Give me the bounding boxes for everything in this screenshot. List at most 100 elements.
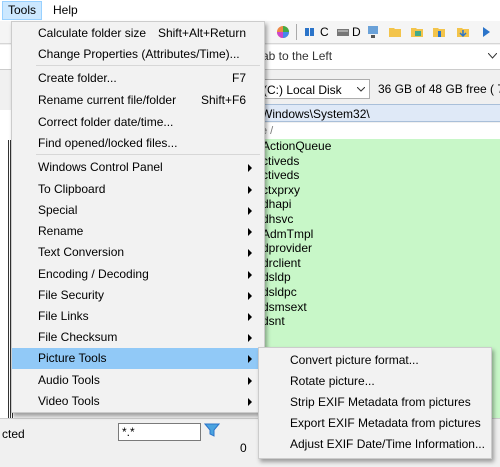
menu-tools[interactable]: Tools [2, 1, 43, 20]
file-row[interactable]: ctiveds [258, 168, 500, 183]
menu-item-label: To Clipboard [38, 182, 106, 196]
file-row[interactable]: AdmTmpl [258, 227, 500, 242]
menu-item-label: File Links [38, 309, 89, 323]
submenu-arrow-icon [248, 207, 252, 215]
menu-item-audio-tools[interactable]: Audio Tools [12, 370, 264, 391]
menu-item-label: Create folder... [38, 71, 117, 85]
menu-item-shortcut: Shift+F6 [200, 93, 246, 107]
tab-target-field[interactable]: ab to the Left [262, 48, 490, 64]
menu-item-label: File Checksum [38, 330, 118, 344]
toolbar-divider [296, 24, 297, 40]
file-row[interactable]: dsldp [258, 270, 500, 285]
tools-menu: Calculate folder size Shift+Alt+Return Cha… [11, 21, 265, 413]
picture-tools-submenu: Convert picture format... Rotate picture.… [258, 347, 492, 459]
submenu-arrow-icon [248, 249, 252, 257]
folder-icon[interactable] [456, 25, 470, 39]
submenu-item-label: Adjust EXIF Date/Time Information... [290, 437, 485, 451]
file-row[interactable]: drclient [258, 256, 500, 271]
menu-item-label: Audio Tools [38, 373, 100, 387]
arrow-icon[interactable] [480, 25, 494, 39]
current-path[interactable]: Windows\System32\ [258, 104, 500, 122]
menu-item-label: File Security [38, 288, 105, 302]
network-icon[interactable] [366, 25, 380, 39]
menu-item-label: Correct folder date/time... [38, 115, 174, 129]
menu-item-label: Calculate folder size [38, 26, 147, 40]
menu-item-special[interactable]: Special [12, 200, 264, 221]
filter-input[interactable]: *.* [118, 423, 201, 441]
menu-item-calculate-folder-size[interactable]: Calculate folder size Shift+Alt+Return [12, 23, 264, 44]
submenu-arrow-icon [248, 292, 252, 300]
bottom-right-text: 0 [240, 441, 247, 455]
drive-d-icon[interactable] [336, 25, 350, 39]
file-row[interactable]: ctxprxy [258, 183, 500, 198]
drive-c-label[interactable]: C [320, 25, 329, 39]
file-row[interactable]: ctiveds [258, 154, 500, 169]
submenu-arrow-icon [248, 313, 252, 321]
submenu-item-rotate-picture[interactable]: Rotate picture... [259, 371, 491, 392]
drive-select[interactable]: (C:) Local Disk [258, 79, 370, 99]
menu-item-label: Special [38, 203, 78, 217]
file-row[interactable]: dhapi [258, 197, 500, 212]
column-header-name[interactable]: e / [258, 123, 500, 139]
menu-item-file-links[interactable]: File Links [12, 306, 264, 327]
menu-item-file-security[interactable]: File Security [12, 285, 264, 306]
submenu-arrow-icon [248, 186, 252, 194]
menu-item-file-checksum[interactable]: File Checksum [12, 327, 264, 348]
chevron-down-icon[interactable] [488, 53, 497, 59]
menu-item-label: Video Tools [38, 394, 100, 408]
menu-item-change-properties-attributes-time[interactable]: Change Properties (Attributes/Time)... [12, 44, 264, 65]
submenu-item-label: Convert picture format... [290, 353, 419, 367]
status-text: cted [2, 427, 25, 441]
drive-d-label[interactable]: D [352, 25, 361, 39]
menu-item-encoding-decoding[interactable]: Encoding / Decoding [12, 264, 264, 285]
submenu-item-export-exif-metadata-from-pictures[interactable]: Export EXIF Metadata from pictures [259, 413, 491, 434]
menu-item-label: Windows Control Panel [38, 160, 163, 174]
menu-item-picture-tools[interactable]: Picture Tools [12, 348, 264, 369]
filter-icon[interactable] [204, 422, 220, 438]
file-row[interactable]: dprovider [258, 241, 500, 256]
menu-item-rename-current-file-folder[interactable]: Rename current file/folder Shift+F6 [12, 90, 264, 111]
folder-icon[interactable] [410, 25, 424, 39]
menu-item-label: Text Conversion [38, 245, 125, 259]
menu-item-correct-folder-date-time[interactable]: Correct folder date/time... [12, 112, 264, 133]
chevron-down-icon [357, 87, 365, 92]
menu-item-windows-control-panel[interactable]: Windows Control Panel [12, 157, 264, 178]
menu-item-label: Rename [38, 224, 84, 238]
submenu-item-label: Strip EXIF Metadata from pictures [290, 395, 471, 409]
submenu-arrow-icon [248, 164, 252, 172]
folder-icon[interactable] [432, 25, 446, 39]
file-row[interactable]: dsmsext [258, 300, 500, 315]
menu-item-label: Change Properties (Attributes/Time)... [38, 47, 240, 61]
drive-c-icon[interactable] [304, 25, 318, 39]
submenu-arrow-icon [248, 228, 252, 236]
file-row[interactable]: dhsvc [258, 212, 500, 227]
drive-free-space: 36 GB of 48 GB free ( 75% [378, 82, 500, 96]
submenu-item-label: Export EXIF Metadata from pictures [290, 416, 481, 430]
menu-item-to-clipboard[interactable]: To Clipboard [12, 179, 264, 200]
submenu-arrow-icon [248, 377, 252, 385]
menu-item-label: Encoding / Decoding [38, 267, 149, 281]
menu-item-find-opened-locked-files[interactable]: Find opened/locked files... [12, 133, 264, 154]
submenu-item-strip-exif-metadata-from-pictures[interactable]: Strip EXIF Metadata from pictures [259, 392, 491, 413]
file-row[interactable]: ActionQueue [258, 139, 500, 154]
menu-item-create-folder[interactable]: Create folder... F7 [12, 68, 264, 89]
submenu-arrow-icon [248, 398, 252, 406]
submenu-item-convert-picture-format[interactable]: Convert picture format... [259, 350, 491, 371]
menu-item-video-tools[interactable]: Video Tools [12, 391, 264, 412]
menu-bar: Tools Help [0, 0, 500, 22]
menu-item-shortcut: F7 [231, 71, 246, 85]
menu-item-text-conversion[interactable]: Text Conversion [12, 242, 264, 263]
menu-help[interactable]: Help [48, 2, 83, 19]
menu-item-rename[interactable]: Rename [12, 221, 264, 242]
color-wheel-icon[interactable] [276, 25, 290, 39]
file-row[interactable]: dsldpc [258, 285, 500, 300]
submenu-arrow-icon [248, 334, 252, 342]
submenu-arrow-icon [248, 355, 252, 363]
file-row[interactable]: dsnt [258, 314, 500, 329]
menu-item-label: Picture Tools [38, 351, 107, 365]
folder-icon[interactable] [388, 25, 402, 39]
menu-separator [36, 65, 260, 66]
submenu-item-adjust-exif-date-time-information[interactable]: Adjust EXIF Date/Time Information... [259, 434, 491, 455]
menu-item-label: Find opened/locked files... [38, 136, 178, 150]
drive-select-value: (C:) Local Disk [263, 83, 342, 97]
